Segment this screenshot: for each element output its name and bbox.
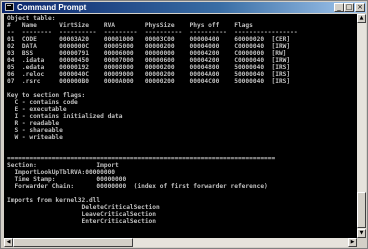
vertical-scroll-thumb[interactable]: [357, 192, 366, 228]
command-prompt-window: Command Prompt _ □ × Object table: # Name…: [0, 0, 368, 249]
scroll-down-button[interactable]: ▼: [357, 229, 366, 238]
console-line: EnterCriticalSection: [7, 218, 157, 225]
console-line: W - writeable: [7, 134, 63, 141]
console-line: 06 .reloc 0000040C 00009000 00000200 000…: [7, 71, 291, 78]
console-line: # Name VirtSize RVA PhysSize Phys off Fl…: [7, 22, 253, 29]
console-line: -- -------- ---------- --------- -------…: [7, 29, 298, 36]
console-line: R - readable: [7, 120, 60, 127]
console-line: Object table:: [7, 15, 56, 22]
horizontal-scrollbar[interactable]: ◀ ▶: [4, 238, 357, 247]
console-line: 02 DATA 0000000C 00005000 00000200 00004…: [7, 43, 291, 50]
maximize-button[interactable]: □: [344, 3, 354, 12]
close-button[interactable]: ×: [355, 3, 365, 12]
console-line: ImportLookUpTblRVA:00000000: [7, 169, 116, 176]
console-line: I - contains initialized data: [7, 113, 123, 120]
title-bar[interactable]: Command Prompt _ □ ×: [2, 2, 366, 13]
console-output[interactable]: Object table: # Name VirtSize RVA PhysSiz…: [4, 14, 357, 238]
scroll-right-button[interactable]: ▶: [348, 238, 357, 247]
console-line: E - executable: [7, 106, 67, 113]
console-line: C - contains code: [7, 99, 78, 106]
console-line: 01 CODE 00003A20 00001000 00003C00 00000…: [7, 36, 291, 43]
minimize-button[interactable]: _: [334, 3, 344, 12]
vertical-scrollbar[interactable]: ▲ ▼: [357, 14, 366, 238]
console-line: 04 .idata 00000450 00007000 00000600 000…: [7, 57, 291, 64]
console-line: 03 BSS 00000791 00006000 00000000 000042…: [7, 50, 287, 57]
console-line: DeleteCriticalSection: [7, 204, 160, 211]
window-title: Command Prompt: [17, 3, 87, 12]
horizontal-scroll-thumb[interactable]: [13, 238, 133, 247]
console-line: S - shareable: [7, 127, 63, 134]
console-line: Time Stamp: 00000000: [7, 176, 127, 183]
console-line: 05 .edata 00000192 00008000 00000200 000…: [7, 64, 291, 71]
console-line: LeaveCriticalSection: [7, 211, 157, 218]
console-line: Section: Import: [7, 162, 119, 169]
console-line: Forwarder Chain: 00000000 (index of firs…: [7, 183, 268, 190]
scroll-left-button[interactable]: ◀: [4, 238, 13, 247]
console-line: Imports from kernel32.dll: [7, 197, 101, 204]
scroll-up-button[interactable]: ▲: [357, 14, 366, 23]
console-line: ========================================…: [7, 155, 276, 162]
console-line: Key to section flags:: [7, 92, 86, 99]
scrollbar-corner: [357, 238, 366, 247]
console-line: 07 .rsrc 000000B0 0000A000 00000200 0000…: [7, 78, 291, 85]
console-app-icon[interactable]: [5, 3, 14, 11]
